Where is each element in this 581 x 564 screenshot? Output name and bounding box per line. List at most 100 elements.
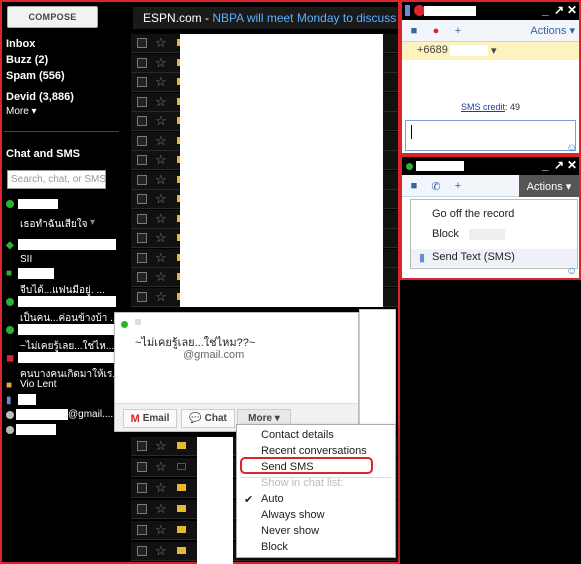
redacted-name — [18, 268, 54, 279]
popout-icon[interactable]: ↗ — [554, 3, 564, 17]
star-icon[interactable]: ☆ — [155, 269, 167, 285]
contact-item[interactable]: Vio Lent — [20, 379, 57, 390]
menu-go-off-record[interactable]: Go off the record — [432, 208, 514, 220]
star-icon[interactable]: ☆ — [155, 172, 167, 188]
star-icon[interactable]: ☆ — [155, 35, 167, 51]
chat-window-titlebar[interactable]: _ ↗ ✕ — [402, 2, 579, 20]
star-icon[interactable]: ☆ — [155, 459, 167, 475]
close-icon[interactable]: ✕ — [567, 3, 577, 17]
star-icon[interactable]: ☆ — [155, 152, 167, 168]
banner-link[interactable]: NBPA will meet Monday to discuss league — [212, 11, 398, 25]
menu-auto[interactable]: Auto — [261, 493, 284, 505]
chat-search-input[interactable]: Search, chat, or SMS — [7, 170, 106, 189]
row-checkbox[interactable] — [137, 504, 147, 514]
nav-inbox[interactable]: Inbox — [6, 38, 35, 50]
row-checkbox[interactable] — [137, 483, 147, 493]
row-checkbox[interactable] — [137, 96, 147, 107]
menu-always-show[interactable]: Always show — [261, 509, 325, 521]
redacted-number — [450, 45, 488, 56]
importance-marker-icon[interactable] — [177, 547, 186, 554]
row-checkbox[interactable] — [137, 525, 147, 535]
star-icon[interactable]: ☆ — [155, 211, 167, 227]
row-checkbox[interactable] — [137, 77, 147, 87]
star-icon[interactable]: ☆ — [155, 94, 167, 110]
star-icon[interactable]: ☆ — [155, 230, 167, 246]
star-icon[interactable]: ☆ — [155, 480, 167, 496]
star-icon[interactable]: ☆ — [155, 289, 167, 305]
star-icon[interactable]: ☆ — [155, 250, 167, 266]
star-icon[interactable]: ☆ — [155, 133, 167, 149]
phone-icon — [405, 5, 410, 16]
row-checkbox[interactable] — [137, 57, 147, 68]
chat-button[interactable]: 💬 Chat — [181, 409, 235, 428]
video-icon: ■ — [6, 380, 13, 391]
row-checkbox[interactable] — [137, 155, 147, 165]
row-checkbox[interactable] — [137, 291, 147, 302]
emoticon-icon[interactable]: ☺ — [566, 142, 577, 153]
row-checkbox[interactable] — [137, 233, 147, 243]
menu-send-text-sms[interactable]: Send Text (SMS) — [432, 251, 515, 263]
importance-marker-icon[interactable] — [177, 463, 186, 470]
menu-block[interactable]: Block — [261, 541, 288, 553]
call-icon[interactable]: ● — [428, 23, 444, 39]
row-checkbox[interactable] — [137, 213, 147, 224]
actions-menu-button[interactable]: Actions ▾ — [519, 175, 579, 197]
busy-icon: ◼ — [6, 353, 15, 364]
row-checkbox[interactable] — [137, 252, 147, 263]
nav-more[interactable]: More ▾ — [6, 106, 37, 117]
row-checkbox[interactable] — [137, 38, 147, 48]
row-checkbox[interactable] — [137, 135, 147, 146]
star-icon[interactable]: ☆ — [155, 55, 167, 71]
star-icon[interactable]: ☆ — [155, 438, 167, 454]
close-icon[interactable]: ✕ — [567, 158, 577, 172]
row-checkbox[interactable] — [137, 441, 147, 451]
add-people-icon[interactable]: + — [450, 23, 466, 39]
row-checkbox[interactable] — [137, 546, 147, 556]
phone-number-bar[interactable]: +6689 ▾ — [402, 42, 579, 60]
star-icon[interactable]: ☆ — [155, 543, 167, 559]
email-button[interactable]: M Email — [123, 409, 177, 428]
contact-item[interactable]: @gmail.... — [68, 409, 113, 420]
nav-divider — [4, 131, 119, 132]
menu-block[interactable]: Block — [432, 228, 459, 240]
star-icon[interactable]: ☆ — [155, 113, 167, 129]
emoticon-icon[interactable]: ☺ — [566, 265, 577, 277]
minimize-icon[interactable]: _ — [542, 3, 549, 17]
nav-buzz[interactable]: Buzz (2) — [6, 54, 48, 66]
star-icon[interactable]: ☆ — [155, 191, 167, 207]
contact-item[interactable]: เธอทำฉันเสียใจ — [20, 217, 88, 232]
compose-button[interactable]: COMPOSE — [7, 6, 98, 28]
importance-marker-icon[interactable] — [177, 442, 186, 449]
call-icon[interactable]: ✆ — [428, 178, 444, 194]
menu-never-show[interactable]: Never show — [261, 525, 319, 537]
row-checkbox[interactable] — [137, 116, 147, 126]
highlight-annotation — [240, 457, 373, 474]
contact-item[interactable]: SII — [20, 254, 32, 265]
web-clip-banner[interactable]: ESPN.com - NBPA will meet Monday to disc… — [133, 7, 398, 29]
popout-icon[interactable]: ↗ — [554, 158, 564, 172]
contact-status-dot — [6, 325, 18, 336]
menu-recent-conversations[interactable]: Recent conversations — [261, 445, 367, 457]
minimize-icon[interactable]: _ — [542, 158, 549, 172]
add-people-icon[interactable]: + — [450, 178, 466, 194]
redacted-name — [18, 324, 116, 335]
row-checkbox[interactable] — [137, 272, 147, 282]
nav-spam[interactable]: Spam (556) — [6, 70, 65, 82]
row-checkbox[interactable] — [137, 174, 147, 185]
star-icon[interactable]: ☆ — [155, 74, 167, 90]
video-call-icon[interactable]: ■ — [406, 23, 422, 39]
video-call-icon[interactable]: ■ — [406, 178, 422, 194]
actions-menu-button[interactable]: Actions ▾ — [530, 24, 575, 37]
nav-devid[interactable]: Devid (3,886) — [6, 91, 74, 103]
chat-window-titlebar[interactable]: _ ↗ ✕ — [402, 157, 579, 175]
importance-marker-icon[interactable] — [177, 526, 186, 533]
row-checkbox[interactable] — [137, 462, 147, 472]
sms-credit-link[interactable]: SMS credit — [461, 102, 505, 112]
star-icon[interactable]: ☆ — [155, 522, 167, 538]
star-icon[interactable]: ☆ — [155, 501, 167, 517]
importance-marker-icon[interactable] — [177, 484, 186, 491]
row-checkbox[interactable] — [137, 194, 147, 204]
menu-contact-details[interactable]: Contact details — [261, 429, 334, 441]
importance-marker-icon[interactable] — [177, 505, 186, 512]
sms-message-input[interactable] — [405, 120, 576, 151]
